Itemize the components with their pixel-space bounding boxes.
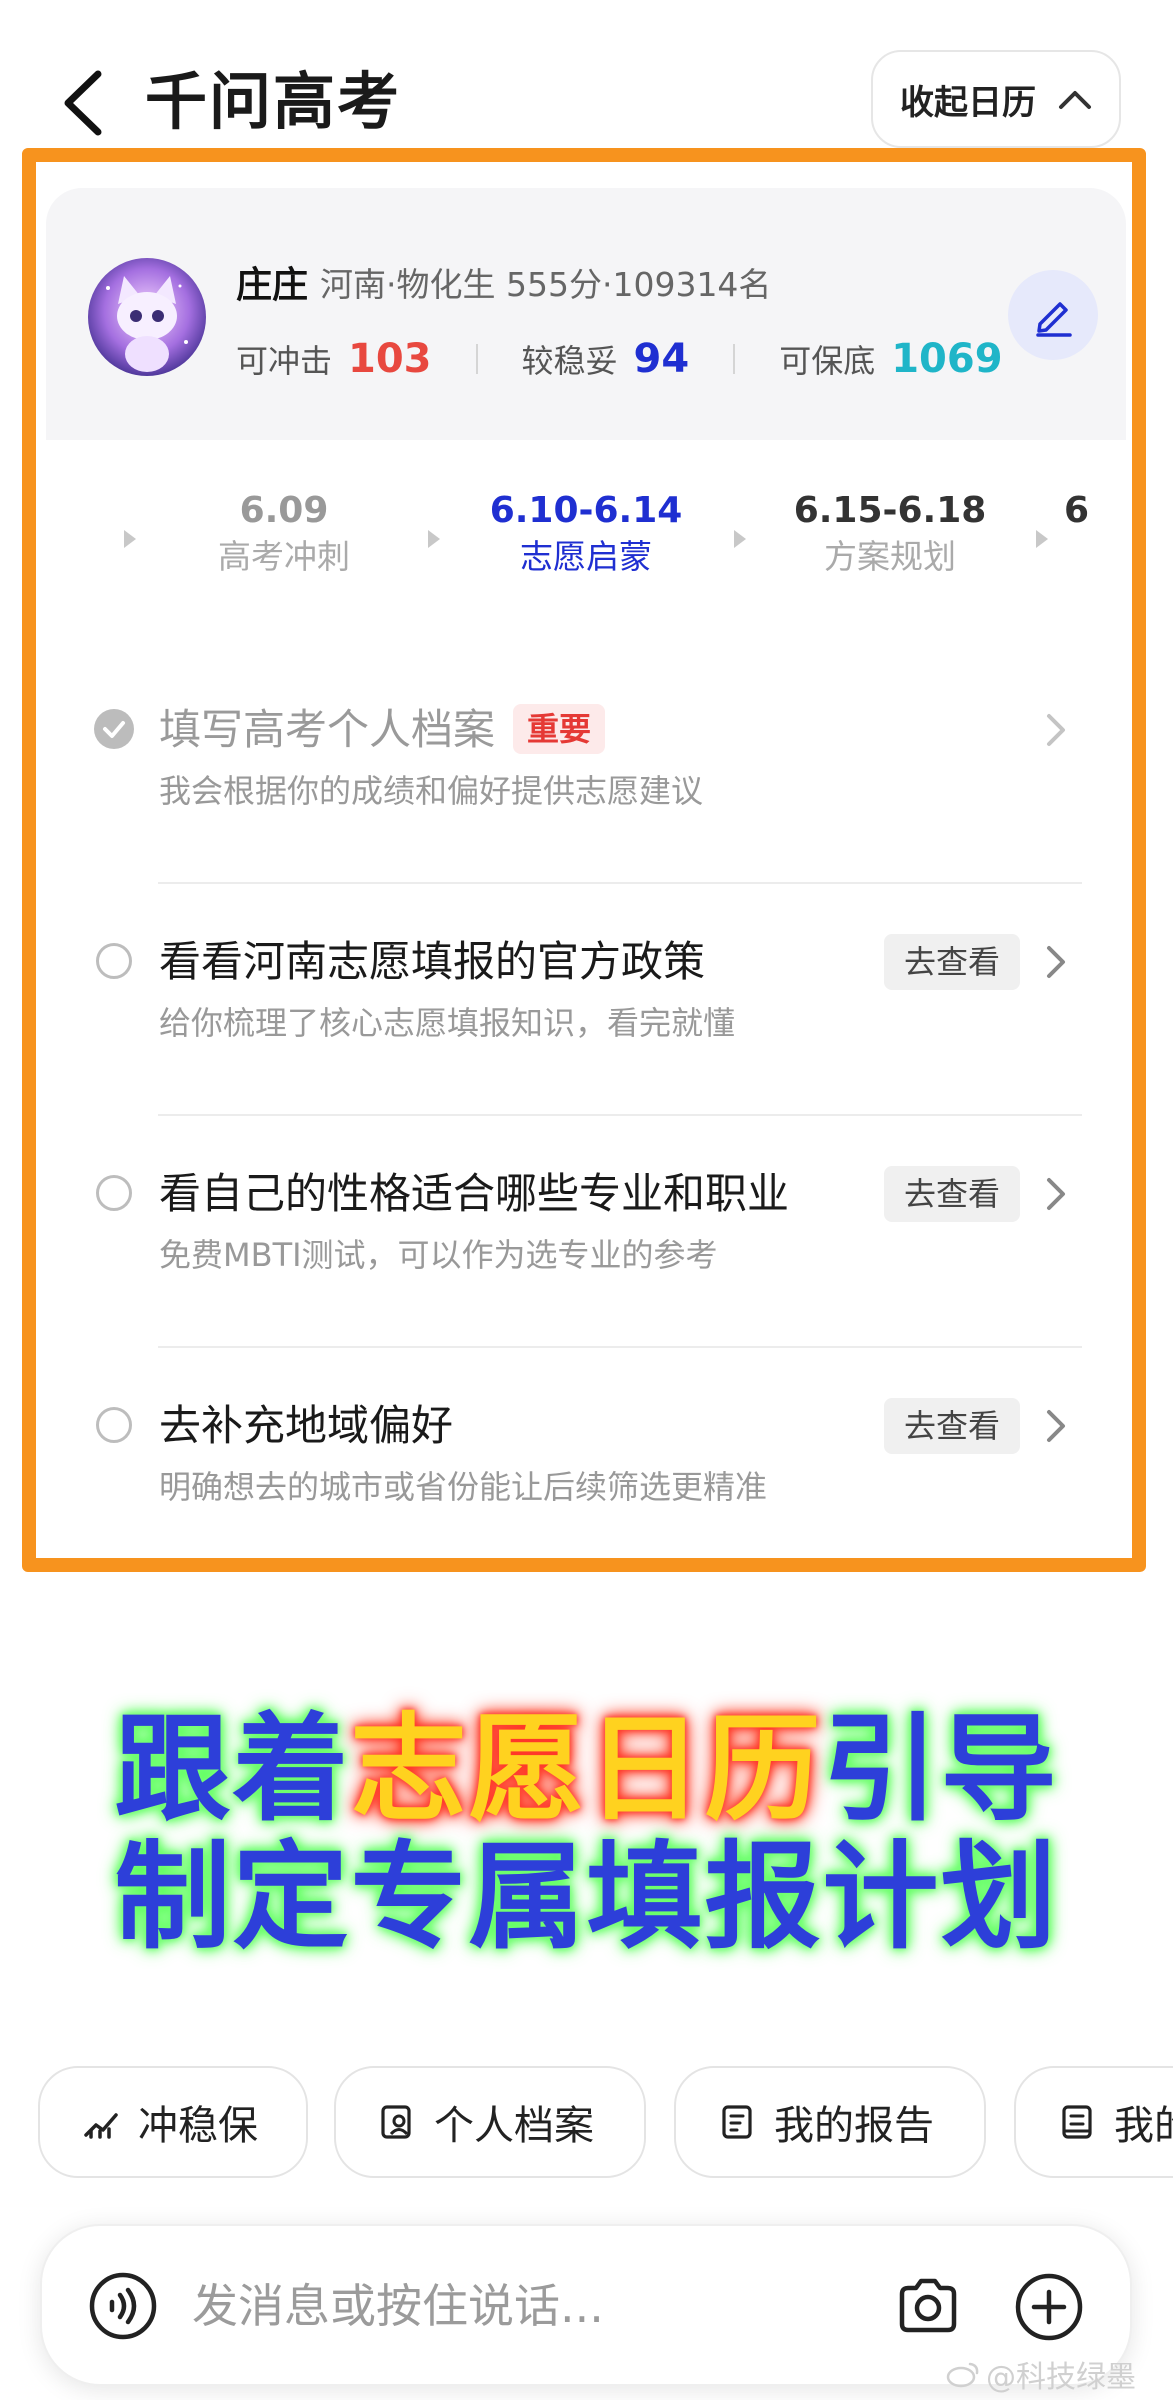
chip-personal-profile[interactable]: 个人档案 <box>334 2066 646 2178</box>
watermark: @科技绿墨 <box>946 2352 1136 2396</box>
chip-reach-match-safety[interactable]: 冲稳保 <box>38 2066 308 2178</box>
document-icon <box>1062 2105 1092 2139</box>
weibo-icon <box>946 2362 979 2388</box>
report-icon <box>722 2105 752 2139</box>
voice-input-icon[interactable] <box>88 2271 158 2341</box>
caption-line-2: 制定专属填报计划 <box>114 1830 1059 1965</box>
camera-icon[interactable] <box>894 2272 962 2340</box>
promo-caption: 跟着志愿日历引导 制定专属填报计划 <box>0 1706 1173 1962</box>
message-input[interactable] <box>192 2266 712 2346</box>
chip-label: 个人档案 <box>434 2103 594 2149</box>
highlight-frame <box>22 148 1146 1572</box>
chip-my-documents[interactable]: 我的 <box>1014 2066 1173 2178</box>
caption-line-1: 跟着志愿日历引导 <box>114 1702 1059 1837</box>
chevron-up-icon <box>1059 91 1091 109</box>
chip-label: 冲稳保 <box>138 2103 258 2149</box>
chip-label: 我的 <box>1114 2103 1173 2149</box>
collapse-calendar-button[interactable]: 收起日历 <box>871 50 1121 148</box>
trend-chart-icon <box>84 2113 118 2139</box>
chip-label: 我的报告 <box>774 2103 934 2149</box>
profile-card-icon <box>381 2105 411 2139</box>
page-title: 千问高考 <box>145 65 402 138</box>
collapse-calendar-label: 收起日历 <box>900 82 1036 123</box>
quick-action-chips: 冲稳保 个人档案 我的报告 我的 <box>38 2066 1173 2178</box>
back-arrow-icon[interactable] <box>60 68 108 138</box>
watermark-text: @科技绿墨 <box>986 2360 1136 2395</box>
plus-circle-icon[interactable] <box>1014 2272 1084 2342</box>
chip-my-report[interactable]: 我的报告 <box>674 2066 986 2178</box>
